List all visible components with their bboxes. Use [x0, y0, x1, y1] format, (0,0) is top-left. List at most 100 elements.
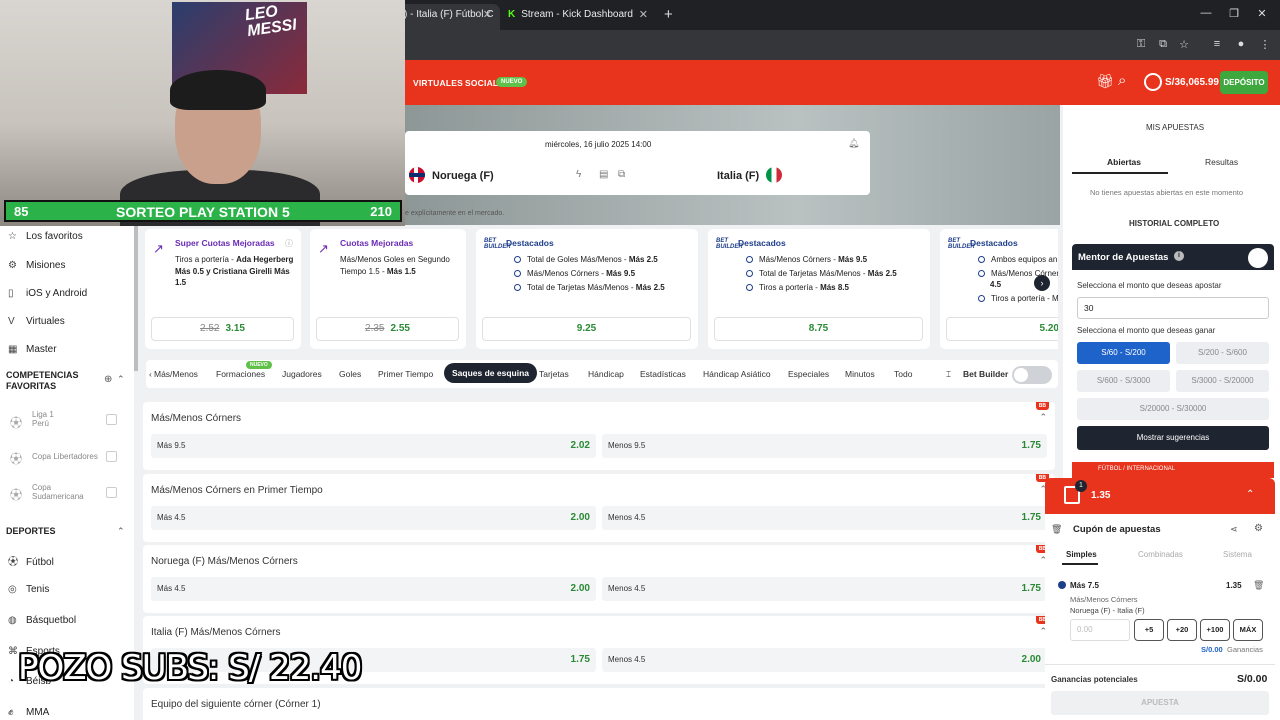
selection-over[interactable]: Más 4.5 2.00: [151, 506, 596, 530]
maximize-button[interactable]: ❐: [1227, 7, 1241, 20]
tab-primer-tiempo[interactable]: Primer Tiempo: [378, 369, 433, 379]
info-icon[interactable]: ⓘ: [285, 238, 293, 249]
promo-card-destacados-1[interactable]: BET BUILDER Destacados Total de Goles Má…: [476, 229, 698, 349]
tab-mas-menos[interactable]: Más/Menos: [154, 369, 198, 379]
nav-virtuales[interactable]: VIRTUALES: [413, 78, 463, 88]
promo-card-destacados-2[interactable]: BET BUILDER Destacados Más/Menos Córners…: [708, 229, 930, 349]
bell-icon[interactable]: 🔔︎: [848, 138, 859, 149]
install-icon[interactable]: ⧉: [1156, 38, 1170, 51]
tab-handicap-asiatico[interactable]: Hándicap Asiático: [703, 369, 771, 379]
fav-libertadores[interactable]: Copa Libertadores: [32, 452, 98, 461]
tab-minutos[interactable]: Minutos: [845, 369, 875, 379]
odds-button[interactable]: 9.25: [482, 317, 691, 341]
chevron-left-icon[interactable]: ‹: [149, 369, 152, 379]
odds-button[interactable]: 2.35 2.55: [316, 317, 459, 341]
trash-icon[interactable]: 🗑︎: [1051, 524, 1062, 535]
trash-icon[interactable]: 🗑︎: [1253, 580, 1264, 591]
stats-icon[interactable]: ▤: [599, 169, 608, 180]
range-option-3[interactable]: S/600 - S/3000: [1077, 370, 1170, 392]
close-tab-icon[interactable]: ✕: [483, 4, 492, 26]
minimize-button[interactable]: —: [1199, 7, 1213, 19]
info-icon[interactable]: i: [1174, 251, 1184, 261]
close-window-button[interactable]: ✕: [1255, 7, 1269, 20]
quick-stake-max[interactable]: MÁX: [1233, 619, 1263, 641]
chevron-up-icon[interactable]: ⌃: [117, 526, 125, 537]
tab-abiertas[interactable]: Abiertas: [1107, 157, 1141, 167]
tab-handicap[interactable]: Hándicap: [588, 369, 624, 379]
gift-icon[interactable]: 🎁︎: [1096, 73, 1114, 90]
settings-icon[interactable]: ⚙: [1254, 523, 1263, 534]
sport-mma[interactable]: ✊︎ MMA: [8, 707, 49, 718]
fav-checkbox[interactable]: [106, 451, 117, 462]
profile-avatar[interactable]: ●: [1234, 38, 1248, 50]
lightning-icon[interactable]: ϟ: [576, 169, 581, 180]
historial-link[interactable]: HISTORIAL COMPLETO: [1129, 219, 1219, 228]
reading-list-icon[interactable]: ≡: [1210, 38, 1224, 50]
range-option-2[interactable]: S/200 - S/600: [1176, 342, 1269, 364]
add-icon[interactable]: ⊕: [104, 374, 112, 385]
tab-todo[interactable]: Todo: [894, 369, 912, 379]
chevron-up-icon[interactable]: ⌃: [1039, 412, 1047, 423]
selection-under[interactable]: Menos 4.5 1.75: [602, 506, 1047, 530]
search-icon[interactable]: ⌕: [1118, 72, 1126, 89]
sport-futbol[interactable]: ⚽︎ Fútbol: [8, 553, 54, 568]
sidebar-scrollbar[interactable]: [134, 226, 138, 371]
key-icon[interactable]: ⚿: [1134, 38, 1148, 51]
deposit-button[interactable]: DEPÓSITO: [1220, 71, 1268, 94]
range-option-1[interactable]: S/60 - S/200: [1077, 342, 1170, 364]
tab-estadisticas[interactable]: Estadísticas: [640, 369, 686, 379]
fav-sudamericana[interactable]: Copa Sudamericana: [32, 483, 84, 501]
selection-over[interactable]: Más 9.5 2.02: [151, 434, 596, 458]
selection-under[interactable]: Menos 4.5 2.00: [602, 648, 1047, 672]
sidebar-item-master[interactable]: ▦ Master: [8, 344, 57, 355]
range-option-5[interactable]: S/20000 - S/30000: [1077, 398, 1269, 420]
stake-input[interactable]: 0.00: [1070, 619, 1130, 641]
browser-tab-kick[interactable]: K Stream - Kick Dashboard ✕: [502, 4, 656, 30]
promo-card-super[interactable]: ↗ Super Cuotas Mejoradas ⓘ Tiros a porte…: [145, 229, 301, 349]
browser-tab-active[interactable]: ) - Italia (F) Fútbol C ✕: [398, 4, 500, 30]
tab-resultas[interactable]: Resultas: [1205, 157, 1238, 167]
tab-jugadores[interactable]: Jugadores: [282, 369, 322, 379]
share-icon[interactable]: ⧉: [618, 169, 625, 180]
menu-icon[interactable]: ⋮: [1258, 38, 1272, 51]
sidebar-item-favoritos[interactable]: ☆ Los favoritos: [8, 231, 83, 242]
new-tab-button[interactable]: +: [664, 6, 673, 23]
tab-formaciones[interactable]: Formaciones: [216, 369, 265, 379]
quick-stake-20[interactable]: +20: [1167, 619, 1197, 641]
selection-over[interactable]: Más 4.5 2.00: [151, 577, 596, 601]
sidebar-item-misiones[interactable]: ⚙ Misiones: [8, 260, 65, 271]
monto-input[interactable]: 30: [1077, 297, 1269, 319]
slip-tab-combinadas[interactable]: Combinadas: [1138, 550, 1183, 559]
bet-builder-toggle[interactable]: [1012, 366, 1052, 384]
show-suggestions-button[interactable]: Mostrar sugerencias: [1077, 426, 1269, 450]
nav-social[interactable]: SOCIAL: [465, 78, 498, 88]
tab-especiales[interactable]: Especiales: [788, 369, 829, 379]
slip-tab-sistema[interactable]: Sistema: [1223, 550, 1252, 559]
user-icon[interactable]: [1144, 73, 1162, 91]
slip-tab-simples[interactable]: Simples: [1066, 550, 1097, 559]
odds-button[interactable]: 2.52 3.15: [151, 317, 294, 341]
fav-checkbox[interactable]: [106, 487, 117, 498]
tab-saques-esquina[interactable]: Saques de esquina: [444, 363, 537, 383]
range-option-4[interactable]: S/3000 - S/20000: [1176, 370, 1269, 392]
odds-button[interactable]: 8.75: [714, 317, 923, 341]
place-bet-button[interactable]: APUESTA: [1051, 691, 1269, 715]
promo-card-cuotas[interactable]: ↗ Cuotas Mejoradas Más/Menos Goles en Se…: [310, 229, 466, 349]
next-arrow-button[interactable]: ›: [1034, 275, 1050, 291]
odds-button[interactable]: 5.20: [946, 317, 1058, 341]
sport-tenis[interactable]: ◎ Tenis: [8, 584, 49, 595]
close-tab-icon[interactable]: ✕: [639, 4, 648, 26]
quick-stake-5[interactable]: +5: [1134, 619, 1164, 641]
quick-stake-100[interactable]: +100: [1200, 619, 1230, 641]
balance[interactable]: S/36,065.99: [1165, 77, 1219, 88]
chevron-up-icon[interactable]: ⌃: [1246, 489, 1254, 500]
selection-under[interactable]: Menos 9.5 1.75: [602, 434, 1047, 458]
sidebar-item-virtuales[interactable]: V Virtuales: [8, 316, 65, 327]
fav-liga1[interactable]: Liga 1 Perú: [32, 410, 54, 428]
tab-tarjetas[interactable]: Tarjetas: [539, 369, 569, 379]
sidebar-item-ios-android[interactable]: ▯ iOS y Android: [8, 288, 87, 299]
fav-checkbox[interactable]: [106, 414, 117, 425]
bookmark-star-icon[interactable]: ☆: [1177, 38, 1191, 51]
chevron-up-icon[interactable]: ⌃: [117, 374, 125, 385]
selection-under[interactable]: Menos 4.5 1.75: [602, 577, 1047, 601]
